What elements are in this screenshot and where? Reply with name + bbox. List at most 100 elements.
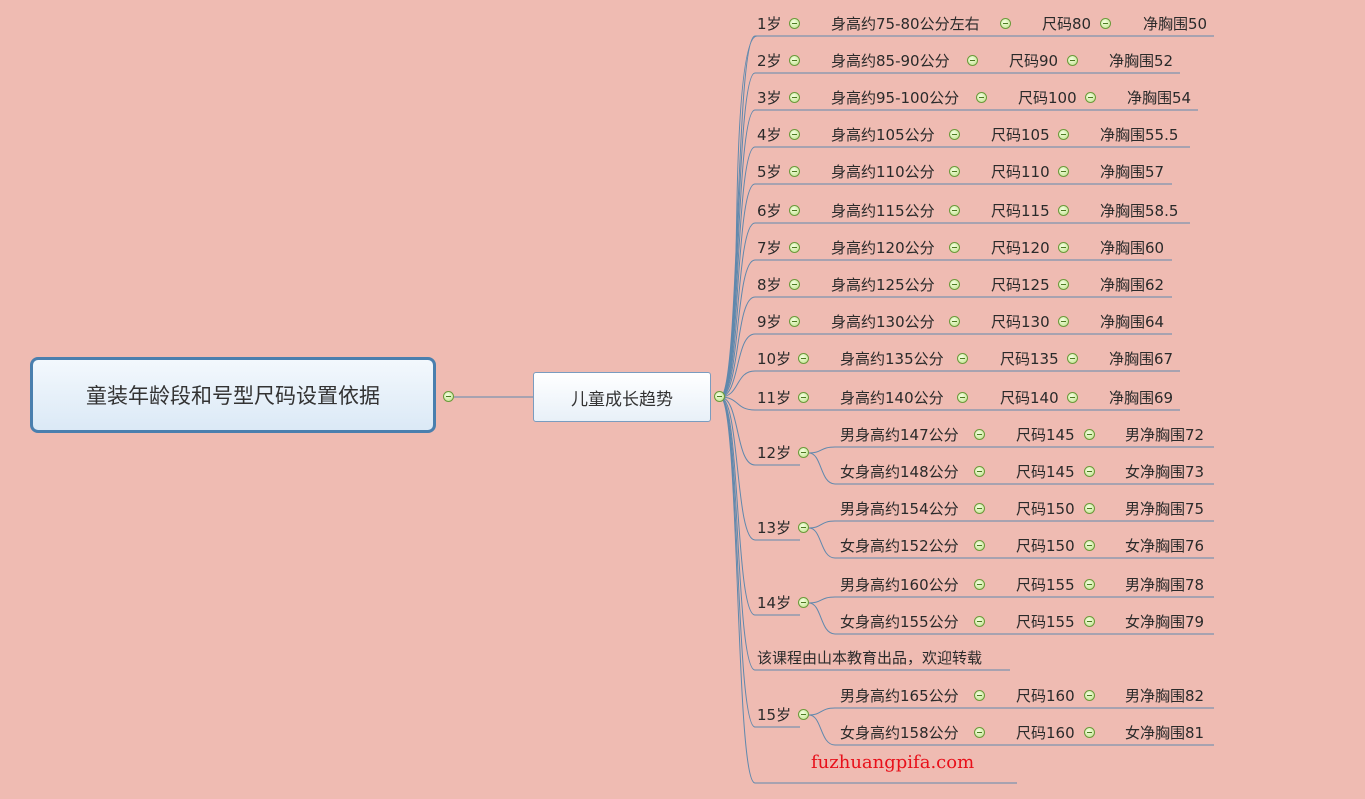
size-node[interactable]: 尺码160 xyxy=(1016,687,1075,705)
height-node[interactable]: 身高约75-80公分左右 xyxy=(831,15,980,33)
size-node[interactable]: 尺码160 xyxy=(1016,724,1075,742)
size-node[interactable]: 尺码110 xyxy=(991,163,1050,181)
collapse-toggle-icon[interactable] xyxy=(949,205,960,216)
collapse-toggle-icon[interactable] xyxy=(1058,129,1069,140)
height-node[interactable]: 身高约105公分 xyxy=(831,126,935,144)
height-node[interactable]: 身高约125公分 xyxy=(831,276,935,294)
collapse-toggle-icon[interactable] xyxy=(1084,690,1095,701)
collapse-toggle-icon[interactable] xyxy=(1100,18,1111,29)
collapse-toggle-icon[interactable] xyxy=(974,540,985,551)
height-node[interactable]: 男身高约147公分 xyxy=(840,426,959,444)
collapse-toggle-icon[interactable] xyxy=(976,92,987,103)
age-node[interactable]: 15岁 xyxy=(757,706,791,724)
size-node[interactable]: 尺码140 xyxy=(1000,389,1059,407)
collapse-toggle-icon[interactable] xyxy=(1085,92,1096,103)
collapse-toggle-icon[interactable] xyxy=(798,392,809,403)
height-node[interactable]: 身高约140公分 xyxy=(840,389,944,407)
age-node[interactable]: 10岁 xyxy=(757,350,791,368)
chest-node[interactable]: 女净胸围79 xyxy=(1125,613,1204,631)
height-node[interactable]: 身高约120公分 xyxy=(831,239,935,257)
collapse-toggle-icon[interactable] xyxy=(949,129,960,140)
chest-node[interactable]: 男净胸围72 xyxy=(1125,426,1204,444)
height-node[interactable]: 女身高约152公分 xyxy=(840,537,959,555)
collapse-toggle-icon[interactable] xyxy=(967,55,978,66)
age-node[interactable]: 3岁 xyxy=(757,89,782,107)
chest-node[interactable]: 净胸围60 xyxy=(1100,239,1164,257)
size-node[interactable]: 尺码125 xyxy=(991,276,1050,294)
age-node[interactable]: 4岁 xyxy=(757,126,782,144)
collapse-toggle-icon[interactable] xyxy=(789,166,800,177)
collapse-toggle-icon[interactable] xyxy=(974,579,985,590)
chest-node[interactable]: 男净胸围75 xyxy=(1125,500,1204,518)
collapse-toggle-icon[interactable] xyxy=(798,709,809,720)
collapse-toggle-icon[interactable] xyxy=(1058,316,1069,327)
collapse-toggle-icon[interactable] xyxy=(1084,466,1095,477)
size-node[interactable]: 尺码135 xyxy=(1000,350,1059,368)
collapse-toggle-icon[interactable] xyxy=(714,391,725,402)
chest-node[interactable]: 净胸围50 xyxy=(1143,15,1207,33)
collapse-toggle-icon[interactable] xyxy=(789,55,800,66)
collapse-toggle-icon[interactable] xyxy=(1084,503,1095,514)
collapse-toggle-icon[interactable] xyxy=(1067,55,1078,66)
height-node[interactable]: 女身高约158公分 xyxy=(840,724,959,742)
collapse-toggle-icon[interactable] xyxy=(1058,166,1069,177)
size-node[interactable]: 尺码105 xyxy=(991,126,1050,144)
chest-node[interactable]: 男净胸围82 xyxy=(1125,687,1204,705)
age-node[interactable]: 6岁 xyxy=(757,202,782,220)
collapse-toggle-icon[interactable] xyxy=(949,242,960,253)
collapse-toggle-icon[interactable] xyxy=(974,616,985,627)
collapse-toggle-icon[interactable] xyxy=(798,522,809,533)
chest-node[interactable]: 净胸围64 xyxy=(1100,313,1164,331)
collapse-toggle-icon[interactable] xyxy=(974,429,985,440)
height-node[interactable]: 身高约130公分 xyxy=(831,313,935,331)
collapse-toggle-icon[interactable] xyxy=(1067,353,1078,364)
height-node[interactable]: 身高约135公分 xyxy=(840,350,944,368)
collapse-toggle-icon[interactable] xyxy=(1084,540,1095,551)
collapse-toggle-icon[interactable] xyxy=(798,353,809,364)
collapse-toggle-icon[interactable] xyxy=(949,316,960,327)
collapse-toggle-icon[interactable] xyxy=(1084,579,1095,590)
collapse-toggle-icon[interactable] xyxy=(949,166,960,177)
collapse-toggle-icon[interactable] xyxy=(1084,429,1095,440)
chest-node[interactable]: 净胸围69 xyxy=(1109,389,1173,407)
height-node[interactable]: 男身高约165公分 xyxy=(840,687,959,705)
size-node[interactable]: 尺码80 xyxy=(1042,15,1091,33)
collapse-toggle-icon[interactable] xyxy=(974,690,985,701)
collapse-toggle-icon[interactable] xyxy=(1067,392,1078,403)
age-node[interactable]: 14岁 xyxy=(757,594,791,612)
size-node[interactable]: 尺码145 xyxy=(1016,426,1075,444)
chest-node[interactable]: 净胸围55.5 xyxy=(1100,126,1178,144)
collapse-toggle-icon[interactable] xyxy=(789,18,800,29)
size-node[interactable]: 尺码155 xyxy=(1016,613,1075,631)
chest-node[interactable]: 净胸围52 xyxy=(1109,52,1173,70)
collapse-toggle-icon[interactable] xyxy=(1084,616,1095,627)
collapse-toggle-icon[interactable] xyxy=(789,205,800,216)
chest-node[interactable]: 净胸围54 xyxy=(1127,89,1191,107)
age-node[interactable]: 7岁 xyxy=(757,239,782,257)
root-topic[interactable]: 童装年龄段和号型尺码设置依据 xyxy=(30,357,436,433)
height-node[interactable]: 男身高约160公分 xyxy=(840,576,959,594)
age-node[interactable]: 12岁 xyxy=(757,444,791,462)
height-node[interactable]: 女身高约155公分 xyxy=(840,613,959,631)
age-node[interactable]: 2岁 xyxy=(757,52,782,70)
size-node[interactable]: 尺码145 xyxy=(1016,463,1075,481)
height-node[interactable]: 身高约95-100公分 xyxy=(831,89,959,107)
collapse-toggle-icon[interactable] xyxy=(974,466,985,477)
size-node[interactable]: 尺码100 xyxy=(1018,89,1077,107)
collapse-toggle-icon[interactable] xyxy=(1000,18,1011,29)
collapse-toggle-icon[interactable] xyxy=(798,447,809,458)
chest-node[interactable]: 净胸围57 xyxy=(1100,163,1164,181)
size-node[interactable]: 尺码150 xyxy=(1016,537,1075,555)
collapse-toggle-icon[interactable] xyxy=(1084,727,1095,738)
chest-node[interactable]: 男净胸围78 xyxy=(1125,576,1204,594)
chest-node[interactable]: 净胸围58.5 xyxy=(1100,202,1178,220)
age-node[interactable]: 9岁 xyxy=(757,313,782,331)
collapse-toggle-icon[interactable] xyxy=(789,279,800,290)
chest-node[interactable]: 女净胸围76 xyxy=(1125,537,1204,555)
collapse-toggle-icon[interactable] xyxy=(789,92,800,103)
collapse-toggle-icon[interactable] xyxy=(789,129,800,140)
chest-node[interactable]: 净胸围67 xyxy=(1109,350,1173,368)
chest-node[interactable]: 女净胸围73 xyxy=(1125,463,1204,481)
age-node[interactable]: 11岁 xyxy=(757,389,791,407)
note-topic[interactable]: 该课程由山本教育出品，欢迎转载 xyxy=(757,649,982,667)
